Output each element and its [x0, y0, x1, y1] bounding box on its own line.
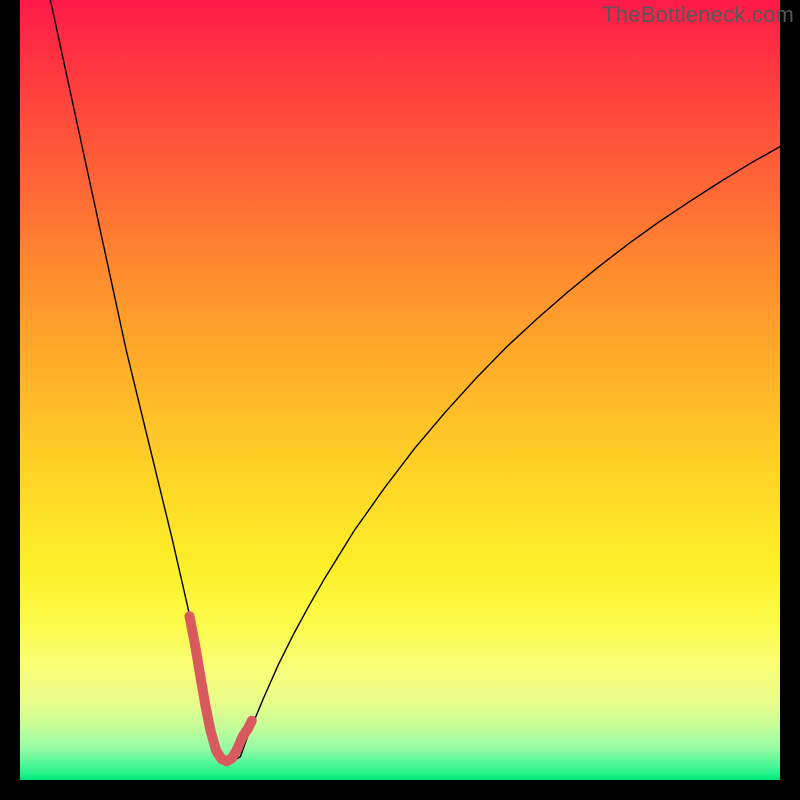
frame-bottom: [0, 780, 800, 800]
series-highlight-pink: [189, 616, 251, 761]
chart-svg: [20, 0, 780, 780]
series-curve-black: [50, 0, 780, 761]
frame-left: [0, 0, 20, 800]
watermark-text: TheBottleneck.com: [602, 2, 794, 28]
